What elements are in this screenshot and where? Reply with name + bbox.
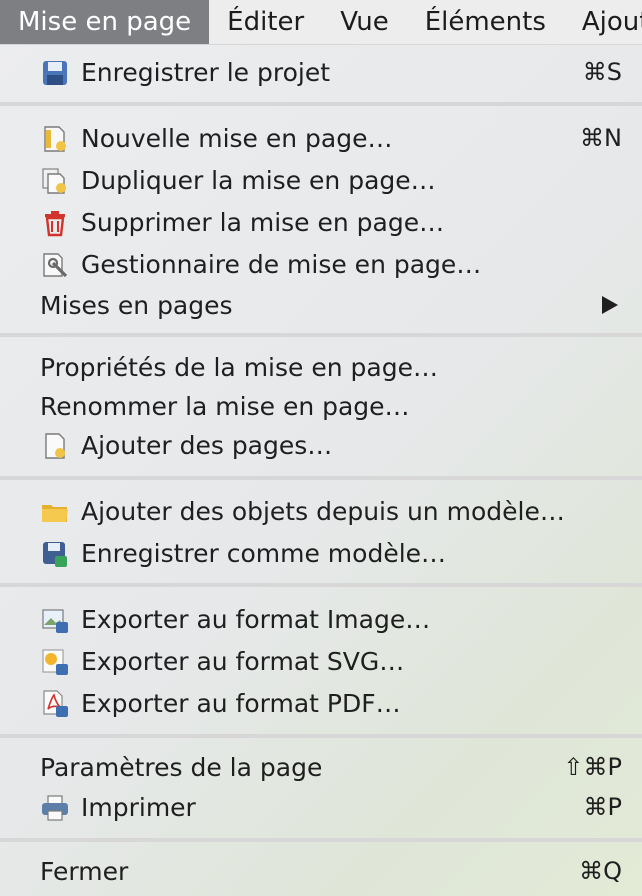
layout-manager-icon: [43, 253, 68, 278]
menu-item-label: Ajouter des objets depuis un modèle…: [81, 496, 565, 526]
menu-separator: [0, 734, 642, 738]
menu-item-label: Nouvelle mise en page…: [81, 123, 393, 153]
menubar-item-ajout[interactable]: Ajout: [564, 0, 642, 44]
menu-item-label: Enregistrer comme modèle…: [81, 538, 447, 568]
menu-item-close[interactable]: Fermer ⌘Q: [0, 851, 642, 891]
trash-icon: [45, 211, 65, 237]
menu-item-add-from-template[interactable]: Ajouter des objets depuis un modèle…: [0, 491, 642, 531]
menu-item-label: Exporter au format Image…: [81, 604, 431, 634]
export-pdf-icon: [43, 690, 68, 717]
new-layout-icon: [44, 126, 66, 152]
menu-item-label: Paramètres de la page: [40, 752, 323, 782]
save-template-icon: [43, 542, 67, 567]
save-icon: [43, 61, 67, 85]
menu-item-label: Fermer: [40, 856, 129, 886]
menu-item-layout-manager[interactable]: Gestionnaire de mise en page…: [0, 244, 642, 284]
menu-item-add-pages[interactable]: Ajouter des pages…: [0, 425, 642, 465]
menu-item-label: Ajouter des pages…: [81, 430, 333, 460]
menu-separator: [0, 583, 642, 587]
menu-item-label: Exporter au format SVG…: [81, 646, 405, 676]
shortcut-label: ⌘S: [582, 58, 622, 86]
menu-separator: [0, 476, 642, 480]
menu-item-delete-layout[interactable]: Supprimer la mise en page…: [0, 202, 642, 242]
menu-item-label: Mises en pages: [40, 290, 233, 320]
menu-item-label: Renommer la mise en page…: [40, 391, 410, 421]
menu-item-export-svg[interactable]: Exporter au format SVG…: [0, 641, 642, 681]
menubar-item-mise-en-page[interactable]: Mise en page: [0, 0, 210, 44]
menu-item-label: Supprimer la mise en page…: [81, 207, 445, 237]
menu-item-label: Imprimer: [81, 792, 196, 822]
menu-item-label: Propriétés de la mise en page…: [40, 352, 438, 382]
shortcut-label: ⌘Q: [579, 857, 622, 885]
menu-separator: [0, 102, 642, 106]
menu-bar: Mise en page Éditer Vue Éléments Ajout: [0, 0, 642, 45]
shortcut-label: ⇧⌘P: [563, 753, 622, 781]
menu-item-layouts-submenu[interactable]: Mises en pages: [0, 285, 642, 325]
menu-item-duplicate-layout[interactable]: Dupliquer la mise en page…: [0, 160, 642, 200]
export-image-icon: [42, 609, 68, 633]
shortcut-label: ⌘N: [580, 124, 622, 152]
add-pages-icon: [45, 433, 65, 459]
menubar-item-vue[interactable]: Vue: [322, 0, 407, 44]
menu-separator: [0, 838, 642, 842]
menu-item-label: Enregistrer le projet: [81, 57, 331, 87]
menu-item-save-project[interactable]: Enregistrer le projet ⌘S: [0, 52, 642, 92]
menu-item-save-as-template[interactable]: Enregistrer comme modèle…: [0, 533, 642, 573]
duplicate-layout-icon: [42, 168, 66, 194]
menu-separator: [0, 333, 642, 337]
folder-icon: [42, 505, 68, 522]
menu-item-label: Exporter au format PDF…: [81, 688, 401, 718]
menu-item-layout-properties[interactable]: Propriétés de la mise en page…: [0, 347, 642, 387]
export-svg-icon: [42, 649, 68, 675]
menu-item-label: Dupliquer la mise en page…: [81, 165, 436, 195]
menu-item-new-layout[interactable]: Nouvelle mise en page… ⌘N: [0, 118, 642, 158]
menubar-item-elements[interactable]: Éléments: [407, 0, 564, 44]
menu-item-print[interactable]: Imprimer ⌘P: [0, 787, 642, 827]
printer-icon: [42, 795, 68, 821]
shortcut-label: ⌘P: [583, 793, 622, 821]
menu-item-label: Gestionnaire de mise en page…: [81, 249, 482, 279]
menubar-item-editer[interactable]: Éditer: [209, 0, 322, 44]
menu-item-export-image[interactable]: Exporter au format Image…: [0, 599, 642, 639]
menu-item-page-setup[interactable]: Paramètres de la page ⇧⌘P: [0, 747, 642, 787]
submenu-arrow-icon: [602, 296, 618, 314]
menu-item-rename-layout[interactable]: Renommer la mise en page…: [0, 386, 642, 426]
menu-item-export-pdf[interactable]: Exporter au format PDF…: [0, 683, 642, 723]
